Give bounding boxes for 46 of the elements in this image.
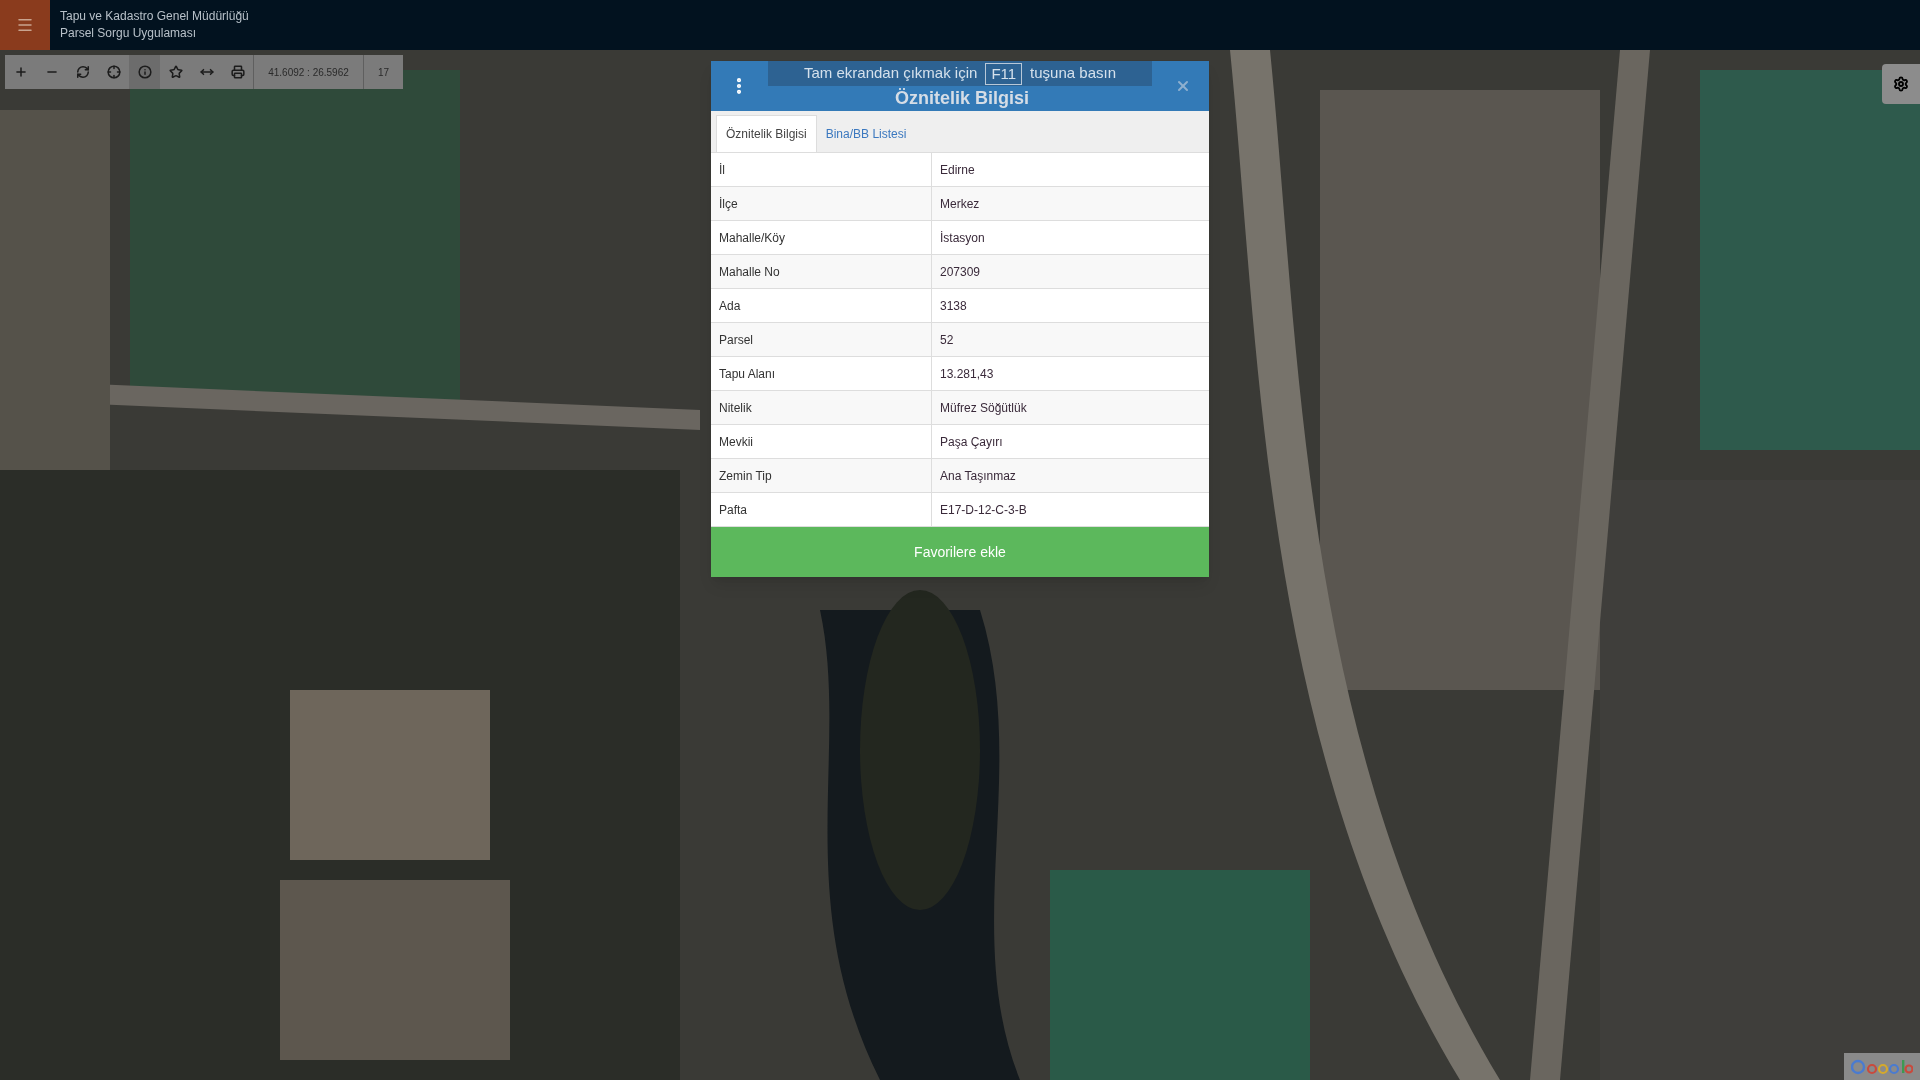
plus-icon [13, 65, 28, 79]
notice-text: Tam ekrandan çıkmak için [803, 63, 978, 84]
attribute-label: İl [711, 153, 932, 186]
attribute-label: Parsel [711, 323, 932, 356]
attribute-value: Edirne [939, 161, 976, 179]
settings-icon [1893, 76, 1909, 92]
attribute-label: İlçe [711, 187, 932, 220]
crosshair-icon [106, 65, 121, 79]
attribute-value: Müfrez Söğütlük [939, 399, 1028, 417]
key-label: F11 [985, 62, 1023, 85]
attribute-value: İstasyon [939, 229, 986, 247]
attribute-label: Mahalle/Köy [711, 221, 932, 254]
tab[interactable]: Bina/BB Listesi [816, 115, 916, 152]
toolbar-button[interactable] [129, 55, 160, 89]
attribute-label: Tapu Alanı [711, 357, 932, 390]
refresh-icon [75, 65, 90, 79]
zoom-level: 17 [363, 55, 403, 89]
header-title: Tapu ve Kadastro Genel Müdürlüğü [60, 8, 249, 25]
attribute-value: 13.281,43 [939, 365, 995, 383]
attribute-label: Nitelik [711, 391, 932, 424]
menu-icon [16, 16, 34, 34]
attribute-label: Zemin Tip [711, 459, 932, 492]
coordinates-display: 41.6092 : 26.5962 [253, 55, 363, 89]
attribute-label: Ada [711, 289, 932, 322]
google-logo-icon [1851, 1057, 1913, 1076]
header-subtitle: Parsel Sorgu Uygulaması [60, 25, 198, 42]
notice-text: tuşuna basın [1030, 63, 1116, 84]
add-to-favorites-button[interactable]: Favorilere ekle [711, 527, 1209, 577]
attribute-value: Merkez [939, 195, 981, 213]
attribute-value: 3138 [939, 297, 968, 315]
attribute-label: Mevkii [711, 425, 932, 458]
close-icon [1175, 78, 1191, 94]
attribute-label: Pafta [711, 493, 932, 526]
attribute-value: Ana Taşınmaz [939, 467, 1017, 485]
printer-icon [230, 65, 245, 79]
star-icon [168, 65, 183, 79]
attribute-value: Paşa Çayırı [939, 433, 1004, 451]
attribute-value: E17-D-12-C-3-B [939, 501, 1028, 519]
tab[interactable]: Öznitelik Bilgisi [716, 115, 817, 152]
dialog-title: Öznitelik Bilgisi [895, 88, 1029, 108]
settings-button[interactable] [1882, 64, 1920, 104]
attribute-value: 52 [939, 331, 955, 349]
info-icon [137, 65, 152, 79]
menu-button[interactable] [0, 0, 50, 50]
attribute-value: 207309 [939, 263, 982, 281]
attribute-label: Mahalle No [711, 255, 932, 288]
